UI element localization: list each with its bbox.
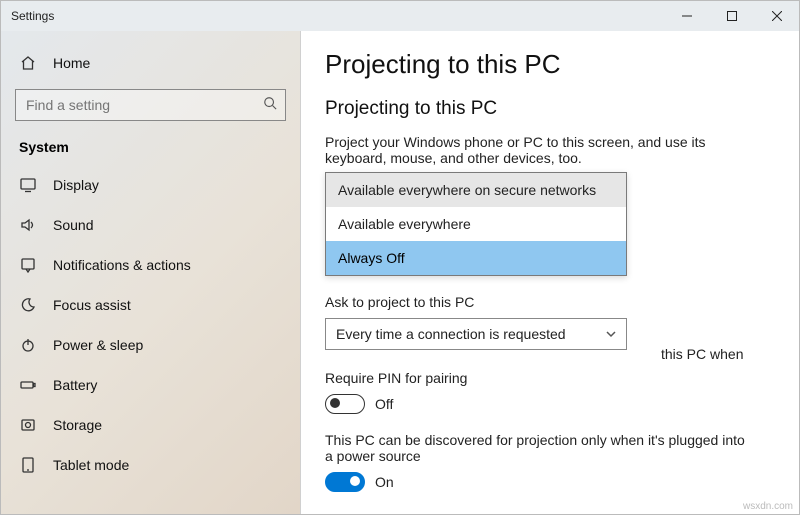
page-intro: Project your Windows phone or PC to this… xyxy=(325,134,745,166)
sidebar-home-label: Home xyxy=(53,55,90,71)
discover-state: On xyxy=(375,474,394,490)
sidebar-item-label: Battery xyxy=(53,377,97,393)
window-title: Settings xyxy=(1,9,664,23)
sidebar-item-display[interactable]: Display xyxy=(1,165,300,205)
dropdown-option-always-off[interactable]: Always Off xyxy=(326,241,626,275)
sidebar-item-label: Power & sleep xyxy=(53,337,143,353)
availability-dropdown-open[interactable]: Available everywhere on secure networks … xyxy=(325,172,627,276)
sidebar-item-focus-assist[interactable]: Focus assist xyxy=(1,285,300,325)
sidebar-home[interactable]: Home xyxy=(1,43,300,83)
home-icon xyxy=(19,54,37,72)
sidebar-item-tablet-mode[interactable]: Tablet mode xyxy=(1,445,300,485)
sidebar-item-label: Storage xyxy=(53,417,102,433)
search-wrap xyxy=(1,83,300,133)
maximize-button[interactable] xyxy=(709,1,754,31)
require-pin-toggle[interactable] xyxy=(325,394,365,414)
sidebar-item-label: Sound xyxy=(53,217,93,233)
watermark: wsxdn.com xyxy=(743,501,793,512)
ask-to-project-select[interactable]: Every time a connection is requested xyxy=(325,318,627,350)
close-button[interactable] xyxy=(754,1,799,31)
sidebar-item-storage[interactable]: Storage xyxy=(1,405,300,445)
sidebar-item-battery[interactable]: Battery xyxy=(1,365,300,405)
sidebar-item-sound[interactable]: Sound xyxy=(1,205,300,245)
require-pin-label: Require PIN for pairing xyxy=(325,370,771,386)
search-input[interactable] xyxy=(15,89,286,121)
discover-label: This PC can be discovered for projection… xyxy=(325,432,745,464)
moon-icon xyxy=(19,296,37,314)
settings-window: Settings Home xyxy=(0,0,800,515)
display-icon xyxy=(19,176,37,194)
sidebar-section-header: System xyxy=(1,133,300,165)
notifications-icon xyxy=(19,256,37,274)
sidebar-item-label: Display xyxy=(53,177,99,193)
discover-row: On xyxy=(325,472,771,492)
storage-icon xyxy=(19,416,37,434)
window-body: Home System Display xyxy=(1,31,799,514)
battery-icon xyxy=(19,376,37,394)
ask-to-project-label: Ask to project to this PC xyxy=(325,294,771,310)
discover-toggle[interactable] xyxy=(325,472,365,492)
sidebar: Home System Display xyxy=(1,31,301,514)
search-icon xyxy=(263,96,277,115)
titlebar: Settings xyxy=(1,1,799,31)
page-subtitle: Projecting to this PC xyxy=(325,98,771,120)
power-icon xyxy=(19,336,37,354)
tablet-icon xyxy=(19,456,37,474)
require-pin-state: Off xyxy=(375,396,393,412)
sound-icon xyxy=(19,216,37,234)
sidebar-item-notifications[interactable]: Notifications & actions xyxy=(1,245,300,285)
sidebar-item-label: Focus assist xyxy=(53,297,131,313)
ask-to-project-value: Every time a connection is requested xyxy=(336,326,566,342)
dropdown-option-secure-networks[interactable]: Available everywhere on secure networks xyxy=(326,173,626,207)
behind-text-fragment: this PC when xyxy=(661,346,743,362)
sidebar-item-label: Tablet mode xyxy=(53,457,129,473)
sidebar-item-power-sleep[interactable]: Power & sleep xyxy=(1,325,300,365)
sidebar-item-label: Notifications & actions xyxy=(53,257,191,273)
minimize-button[interactable] xyxy=(664,1,709,31)
dropdown-option-everywhere[interactable]: Available everywhere xyxy=(326,207,626,241)
search-field[interactable] xyxy=(24,96,263,114)
content-area: Projecting to this PC Projecting to this… xyxy=(301,31,799,514)
page-title: Projecting to this PC xyxy=(325,49,771,80)
chevron-down-icon xyxy=(606,326,616,342)
require-pin-row: Off xyxy=(325,394,771,414)
